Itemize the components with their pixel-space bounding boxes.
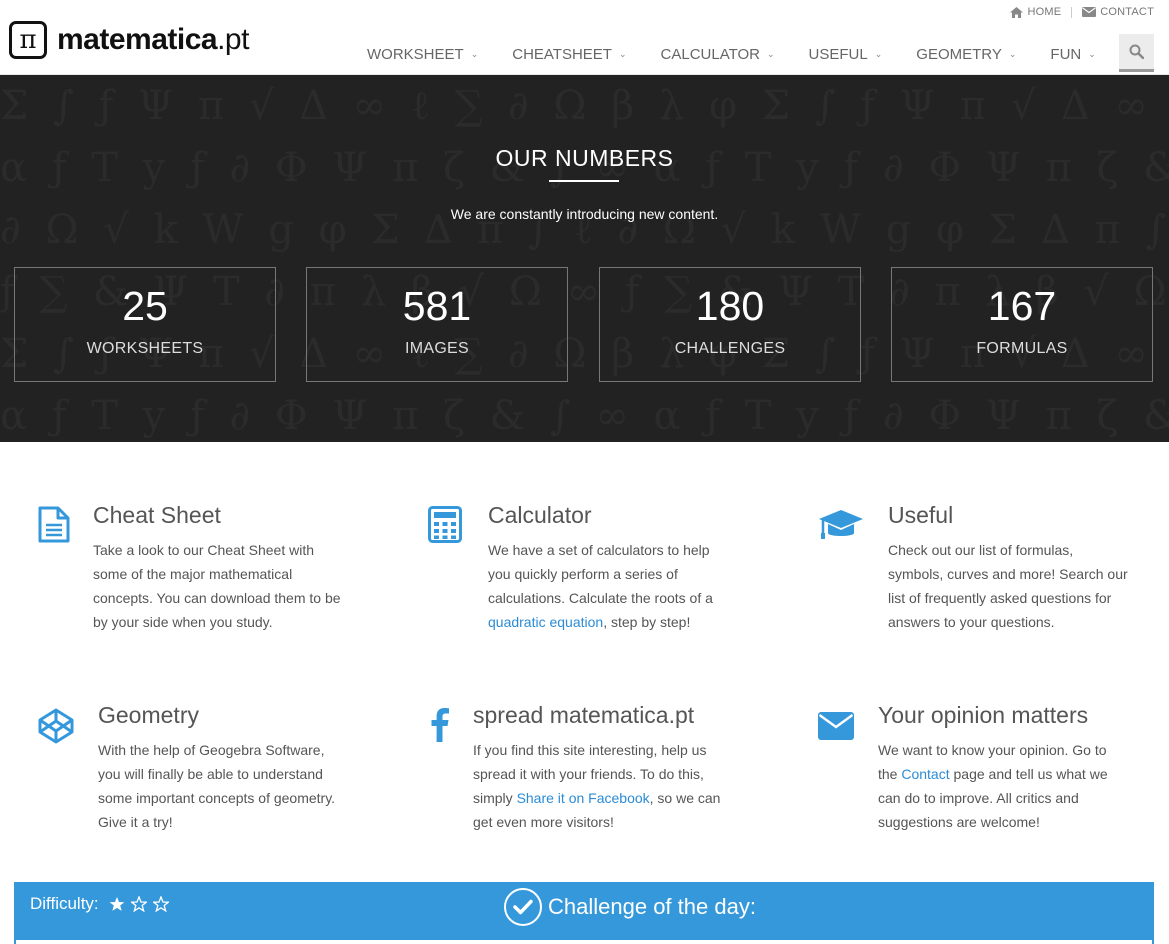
calculator-icon: [428, 506, 462, 543]
feature-text: We have a set of calculators to help you…: [488, 542, 713, 630]
check-circle-icon: [504, 888, 542, 926]
search-button[interactable]: [1119, 34, 1154, 72]
share-facebook-link[interactable]: Share it on Facebook: [517, 790, 650, 806]
challenge-title-text: Challenge of the day:: [548, 894, 756, 919]
section-title: OUR NUMBERS: [495, 145, 674, 171]
feature-title: Cheat Sheet: [93, 502, 221, 528]
feature-text: If you find this site interesting, help …: [473, 742, 721, 830]
stat-value: 167: [987, 283, 1057, 329]
chevron-down-icon: ⌄: [1008, 48, 1017, 59]
chevron-down-icon: ⌄: [618, 48, 627, 59]
star-empty-icon: [152, 896, 169, 912]
home-link[interactable]: HOME: [1010, 6, 1061, 18]
difficulty-rating: Difficulty:: [30, 894, 169, 914]
difficulty-label: Difficulty:: [30, 894, 99, 913]
envelope-icon: [1082, 7, 1097, 17]
star-empty-icon: [130, 896, 147, 912]
stat-challenges: 180 CHALLENGES: [599, 267, 861, 382]
feature-calculator: Calculator We have a set of calculators …: [428, 500, 758, 634]
search-icon: [1129, 44, 1144, 59]
feature-title: Your opinion matters: [878, 702, 1089, 728]
site-logo[interactable]: π matematica.pt: [9, 20, 249, 60]
feature-text: We want to know your opinion. Go to the …: [878, 742, 1108, 830]
math-pattern-background: Σ ∫ ƒ Ψ π √ Δ ∞ ℓ ∑ ∂ Ω β λ φ Σ ∫ ƒ Ψ π …: [0, 75, 1169, 442]
feature-title: Geometry: [98, 702, 199, 728]
stat-value: 25: [122, 283, 168, 329]
site-header: π matematica.pt HOME CONTACT WORKSHEET ⌄ …: [0, 0, 1169, 75]
stat-label: IMAGES: [404, 340, 470, 357]
stat-formulas: 167 FORMULAS: [891, 267, 1153, 382]
challenge-title: Challenge of the day:: [504, 888, 756, 926]
challenge-content-area: [16, 940, 1152, 944]
chevron-down-icon: ⌄: [1088, 48, 1096, 59]
nav-calculator[interactable]: CALCULATOR ⌄: [644, 36, 792, 72]
stat-label: WORKSHEETS: [86, 340, 204, 357]
top-links: HOME CONTACT: [1010, 6, 1154, 18]
feature-title: spread matematica.pt: [473, 702, 695, 728]
stat-value: 180: [695, 283, 765, 329]
quadratic-equation-link[interactable]: quadratic equation: [488, 614, 603, 630]
document-icon: [38, 506, 70, 543]
stat-images: 581 IMAGES: [306, 267, 568, 382]
stat-label: FORMULAS: [976, 340, 1068, 357]
title-underline: [549, 180, 619, 182]
feature-text: Take a look to our Cheat Sheet with some…: [93, 542, 341, 630]
pi-logo-icon: π: [9, 21, 47, 59]
site-name: matematica.pt: [57, 23, 249, 56]
nav-worksheet[interactable]: WORKSHEET ⌄: [350, 36, 495, 72]
feature-spread: spread matematica.pt If you find this si…: [428, 700, 758, 834]
chevron-down-icon: ⌄: [874, 48, 883, 59]
chevron-down-icon: ⌄: [470, 48, 479, 59]
topbar-divider: [1071, 6, 1073, 18]
stat-value: 581: [402, 283, 472, 329]
contact-link[interactable]: CONTACT: [1082, 6, 1154, 18]
section-subtitle: We are constantly introducing new conten…: [450, 206, 719, 222]
feature-cheatsheet: Cheat Sheet Take a look to our Cheat She…: [38, 500, 368, 634]
chevron-down-icon: ⌄: [767, 48, 775, 59]
nav-fun[interactable]: FUN ⌄: [1033, 36, 1112, 72]
feature-text: With the help of Geogebra Software, you …: [98, 742, 336, 830]
feature-geometry: Geometry With the help of Geogebra Softw…: [38, 700, 368, 834]
feature-opinion: Your opinion matters We want to know you…: [818, 700, 1148, 834]
home-icon: [1010, 6, 1024, 18]
stat-label: CHALLENGES: [674, 340, 786, 357]
feature-title: Calculator: [488, 502, 592, 528]
nav-geometry[interactable]: GEOMETRY ⌄: [899, 36, 1033, 72]
feature-text: Check out our list of formulas, symbols,…: [888, 542, 1128, 630]
facebook-icon: [431, 708, 449, 742]
feature-useful: Useful Check out our list of formulas, s…: [818, 500, 1148, 634]
main-nav: WORKSHEET ⌄ CHEATSHEET ⌄ CALCULATOR ⌄ USEFU…: [350, 34, 1113, 74]
nav-useful[interactable]: USEFUL ⌄: [792, 36, 900, 72]
our-numbers-section: Σ ∫ ƒ Ψ π √ Δ ∞ ℓ ∑ ∂ Ω β λ φ Σ ∫ ƒ Ψ π …: [0, 75, 1169, 442]
codepen-cube-icon: [38, 708, 74, 744]
difficulty-stars: [109, 896, 169, 912]
star-filled-icon: [109, 897, 124, 911]
contact-page-link[interactable]: Contact: [901, 766, 949, 782]
graduation-cap-icon: [819, 510, 863, 539]
feature-title: Useful: [888, 502, 954, 528]
nav-cheatsheet[interactable]: CHEATSHEET ⌄: [495, 36, 643, 72]
envelope-icon: [818, 712, 854, 740]
challenge-of-the-day-panel: Difficulty: Challenge of the day:: [14, 882, 1154, 944]
stat-worksheets: 25 WORKSHEETS: [14, 267, 276, 382]
